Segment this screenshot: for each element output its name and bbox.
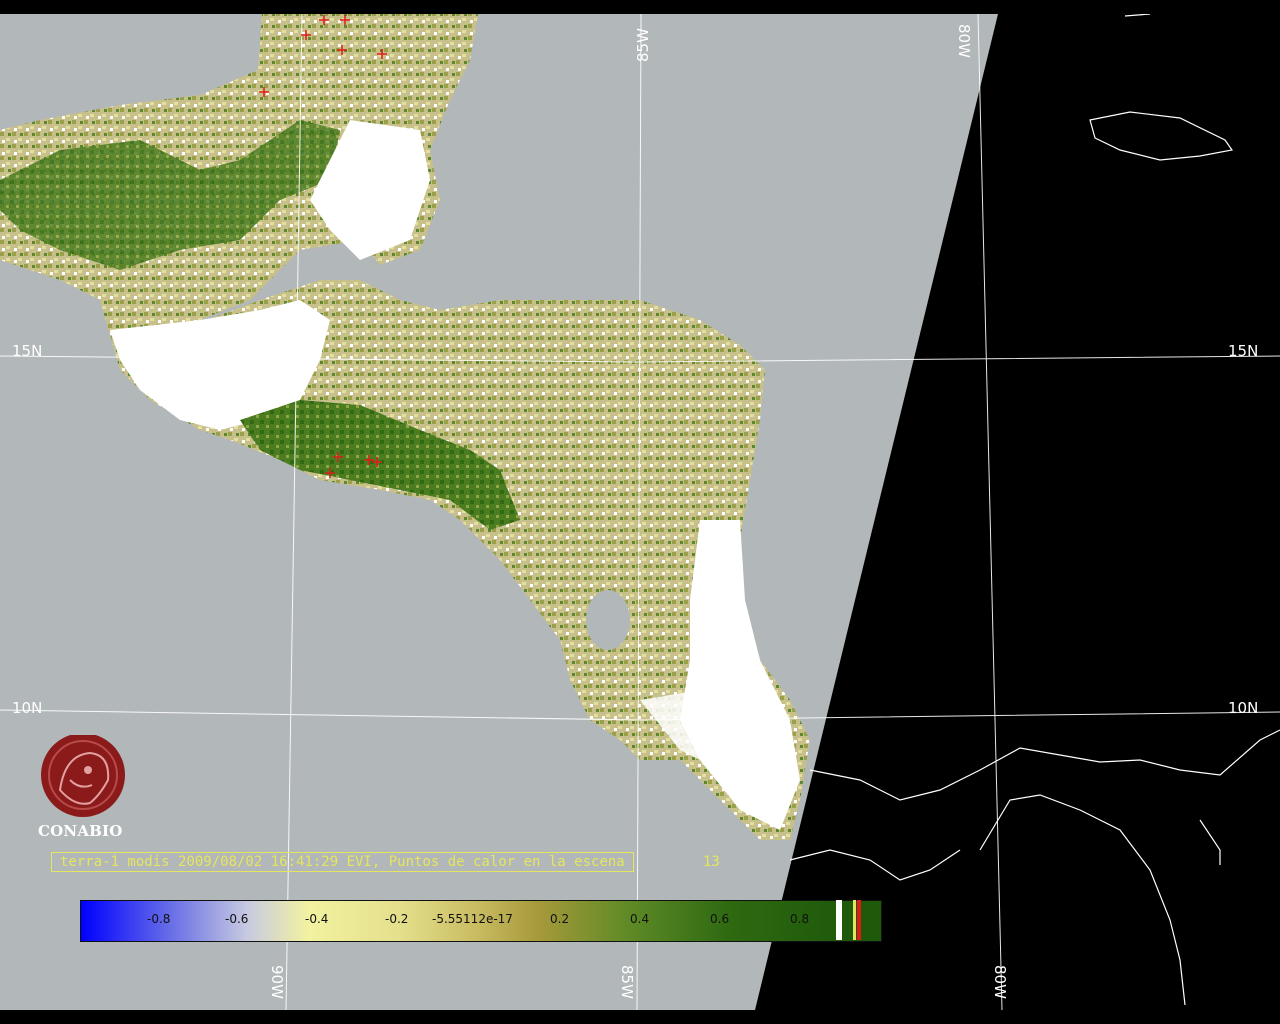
lon-label-80w-top: 80W [955, 24, 973, 58]
evi-colorbar [80, 900, 882, 942]
conabio-logo-label: CONABIO [38, 822, 123, 840]
scene-caption: terra-1 modis 2009/08/02 16:41:29 EVI, P… [51, 852, 634, 872]
lon-label-85w-bottom: 85W [618, 965, 636, 999]
lon-label-90w-bottom: 90W [268, 965, 286, 999]
legend-swatch-white [836, 900, 842, 940]
fire-count: 13 [703, 854, 720, 870]
lat-label-10n-right: 10N [1228, 699, 1258, 717]
lat-label-15n-left: 15N [12, 342, 42, 360]
lat-label-15n-right: 15N [1228, 342, 1258, 360]
legend-swatch-red [857, 900, 861, 940]
top-frame [0, 0, 1280, 14]
lon-label-80w-bottom: 80W [991, 965, 1009, 999]
lat-label-10n-left: 10N [12, 699, 42, 717]
lon-label-85w-top: 85W [634, 28, 652, 62]
lake-nicaragua [586, 590, 630, 650]
bottom-frame [0, 1010, 1280, 1024]
legend-swatch-yellow [853, 900, 856, 940]
